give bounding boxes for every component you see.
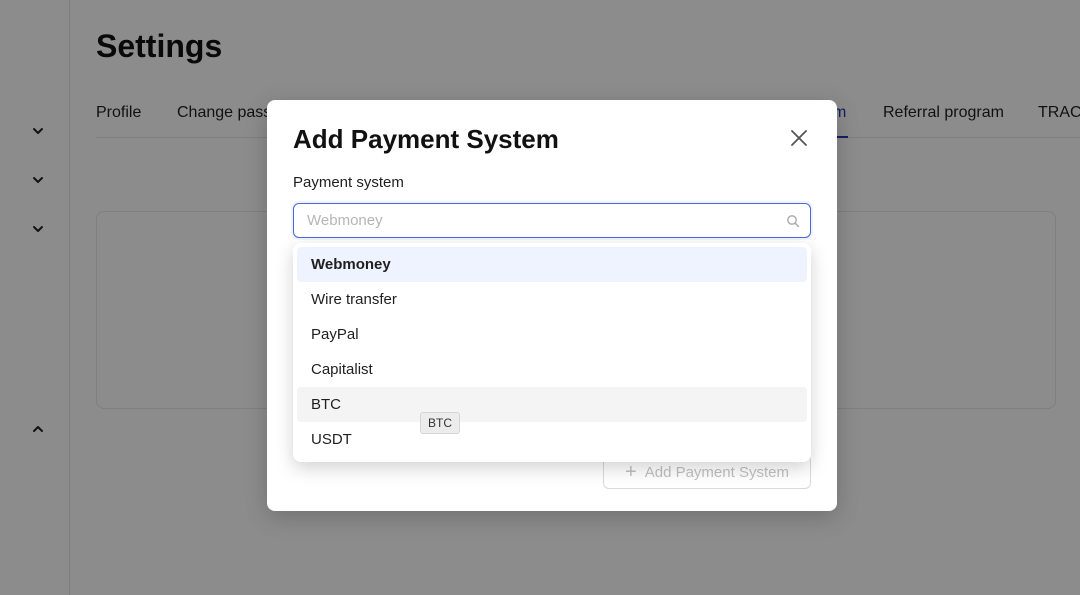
payment-system-label: Payment system — [293, 174, 404, 191]
search-icon — [787, 215, 800, 228]
close-icon[interactable] — [787, 126, 811, 150]
option-tooltip: BTC — [420, 412, 460, 434]
option-capitalist[interactable]: Capitalist — [297, 352, 807, 387]
option-paypal[interactable]: PayPal — [297, 317, 807, 352]
option-webmoney[interactable]: Webmoney — [297, 247, 807, 282]
add-button-label: Add Payment System — [644, 463, 789, 481]
plus-icon: + — [625, 461, 637, 483]
payment-system-select[interactable]: Webmoney — [293, 203, 811, 238]
payment-system-dropdown: Webmoney Wire transfer PayPal Capitalist… — [293, 243, 811, 462]
option-wire-transfer[interactable]: Wire transfer — [297, 282, 807, 317]
select-placeholder: Webmoney — [307, 212, 383, 229]
option-btc[interactable]: BTC — [297, 387, 807, 422]
option-usdt[interactable]: USDT — [297, 422, 807, 457]
modal-title: Add Payment System — [293, 124, 559, 154]
